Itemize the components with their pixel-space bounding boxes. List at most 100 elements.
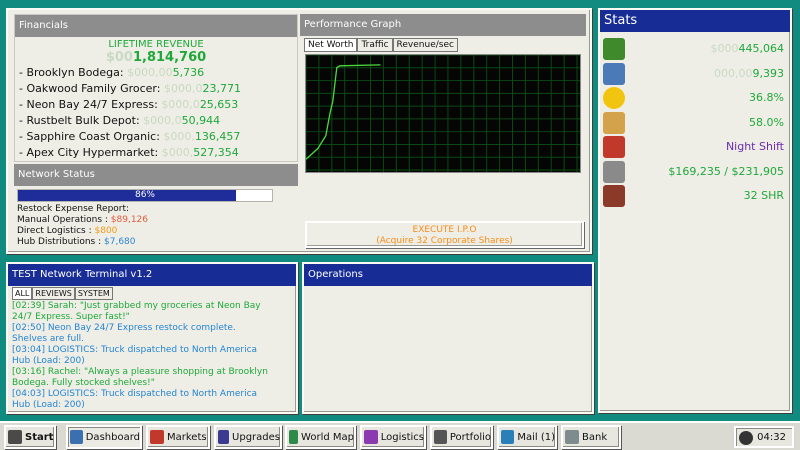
business-name: - Apex City Hypermarket: (19, 146, 162, 159)
stat-value-text: 9,393 (752, 66, 785, 80)
business-row: - Oakwood Family Grocer: $000,023,771 (15, 81, 297, 97)
stat-value: $000445,064 (711, 42, 785, 55)
taskbar-item-icon (150, 430, 164, 444)
stat-value: 58.0% (749, 116, 784, 129)
taskbar-item-world-map[interactable]: World Map (285, 425, 356, 449)
restock-label: Hub Distributions : (17, 237, 104, 247)
stat-value-text: 58.0% (749, 115, 784, 129)
restock-row: Hub Distributions : $7,680 (17, 237, 136, 247)
taskbar-item-dashboard[interactable]: Dashboard (66, 425, 142, 449)
log-line: 24/7 Express. Super fast!" (12, 312, 130, 322)
taskbar-item-bank[interactable]: Bank (561, 425, 621, 449)
taskbar-item-icon (501, 430, 515, 444)
restock-row: Manual Operations : $89,126 (17, 215, 148, 225)
log-line: Bodega. Fully stocked shelves!" (12, 378, 155, 388)
start-button[interactable]: Start (4, 425, 56, 449)
terminal-tab[interactable]: REVIEWS (32, 287, 75, 300)
performance-graph (305, 54, 581, 173)
stat-row: $000445,064 (600, 38, 790, 60)
business-revenue: 136,457 (194, 130, 241, 143)
stats-window: Stats $000445,064 000,009,393 36.8% 58.0% Ni… (598, 8, 792, 413)
log-line: [02:50] Neon Bay 24/7 Express restock co… (12, 323, 236, 333)
financials-header: Financials (15, 15, 297, 37)
business-revenue: 23,771 (202, 82, 241, 95)
business-name: - Sapphire Coast Organic: (19, 130, 164, 143)
stat-value-text: 32 SHR (743, 189, 784, 202)
execute-ipo-button[interactable]: EXECUTE I.P.O (Acquire 32 Corporate Shar… (305, 221, 584, 248)
taskbar-item-label: Markets (167, 431, 207, 443)
business-row: - Rustbelt Bulk Depot: $000,050,944 (15, 113, 297, 129)
log-line: [04:03] LOGISTICS: Truck dispatched to N… (12, 389, 258, 399)
terminal-tab[interactable]: ALL (12, 287, 33, 300)
customers-icon (603, 62, 625, 85)
taskbar-item-markets[interactable]: Markets (146, 425, 210, 449)
business-row: - Apex City Hypermarket: $000,527,354 (15, 145, 297, 161)
taskbar-item-icon (364, 430, 378, 444)
business-revenue-prefix: $000,0 (163, 82, 203, 95)
taskbar-item-label: Mail (1) (517, 431, 555, 443)
restock-value: $800 (94, 226, 118, 236)
taskbar-item-portfolio[interactable]: Portfolio (430, 425, 493, 449)
business-revenue-prefix: $000, (161, 146, 194, 159)
taskbar-item-logistics[interactable]: Logistics (360, 425, 426, 449)
restock-value: $89,126 (110, 215, 149, 225)
business-row: - Sapphire Coast Organic: $000,136,457 (15, 129, 297, 145)
business-name: - Brooklyn Bodega: (19, 66, 128, 79)
lifetime-revenue-label: LIFETIME REVENUE (108, 39, 204, 50)
stat-value-text: $169,235 / $231,905 (668, 164, 784, 178)
business-name: - Rustbelt Bulk Depot: (19, 114, 144, 127)
taskbar-item-icon (565, 430, 579, 444)
thumbs-up-icon (603, 111, 625, 134)
alarm-clock-icon (603, 136, 625, 158)
business-revenue: 50,944 (181, 114, 221, 127)
ipo-button-label: EXECUTE I.P.O (412, 225, 477, 235)
stat-row: 000,009,393 (600, 62, 790, 85)
network-progress-bar: 86% (17, 189, 273, 202)
business-revenue-prefix: $000,0 (161, 98, 200, 111)
restock-report-title: Restock Expense Report: (17, 204, 130, 214)
taskbar: Start Dashboard Markets Upgrades World Map L… (0, 421, 800, 450)
log-line: Hub (Load: 200) (12, 356, 85, 366)
terminal-tab[interactable]: SYSTEM (74, 287, 113, 300)
performance-tab[interactable]: Net Worth (304, 38, 358, 52)
stat-value-prefix: $000 (710, 42, 739, 55)
money-bills-icon (603, 38, 625, 60)
operations-header: Operations (304, 264, 592, 286)
taskbar-item-icon (289, 430, 299, 444)
performance-tab[interactable]: Revenue/sec (392, 38, 458, 52)
stat-value-prefix: 000,00 (714, 66, 753, 80)
stat-row: Night Shift (600, 136, 790, 158)
business-row: - Neon Bay 24/7 Express: $000,025,653 (15, 97, 297, 113)
start-icon (8, 430, 22, 444)
business-revenue-prefix: $000,0 (143, 114, 182, 127)
taskbar-item-mail-1[interactable]: Mail (1) (497, 425, 557, 449)
taskbar-item-label: Logistics (380, 431, 424, 443)
stat-value: Night Shift (726, 140, 784, 153)
network-status-panel: Network Status 86% Restock Expense Repor… (14, 164, 298, 252)
performance-tabs: Net Worth Traffic Revenue/sec (304, 38, 458, 52)
briefcase-icon (603, 185, 625, 207)
business-name: - Oakwood Family Grocer: (19, 82, 164, 95)
log-line: [02:39] Sarah: "Just grabbed my grocerie… (12, 301, 261, 311)
business-revenue: 527,354 (193, 146, 239, 159)
taskbar-item-upgrades[interactable]: Upgrades (214, 425, 282, 449)
performance-panel: Performance Graph Net Worth Traffic Revenu… (300, 14, 586, 250)
terminal-log[interactable]: [02:39] Sarah: "Just grabbed my grocerie… (12, 301, 288, 411)
business-revenue-prefix: $000, (163, 130, 195, 143)
log-line: Shelves are full. (12, 334, 85, 344)
stat-value: 000,009,393 (714, 67, 784, 80)
network-status-header: Network Status (14, 164, 298, 186)
taskbar-item-icon (434, 430, 447, 444)
network-progress-label: 86% (134, 190, 155, 200)
stat-row: 36.8% (600, 87, 790, 109)
stat-value: $169,235 / $231,905 (668, 165, 784, 178)
performance-header: Performance Graph (300, 14, 586, 36)
stats-header: Stats (600, 10, 790, 32)
start-label: Start (25, 431, 54, 443)
taskbar-clock: 04:32 (734, 426, 794, 448)
log-line: [03:04] LOGISTICS: Truck dispatched to N… (12, 345, 258, 355)
log-line: [03:16] Rachel: "Always a pleasure shopp… (12, 367, 268, 377)
performance-tab[interactable]: Traffic (357, 38, 393, 52)
taskbar-item-label: Bank (582, 431, 608, 443)
terminal-tabs: ALL REVIEWS SYSTEM (12, 287, 113, 300)
